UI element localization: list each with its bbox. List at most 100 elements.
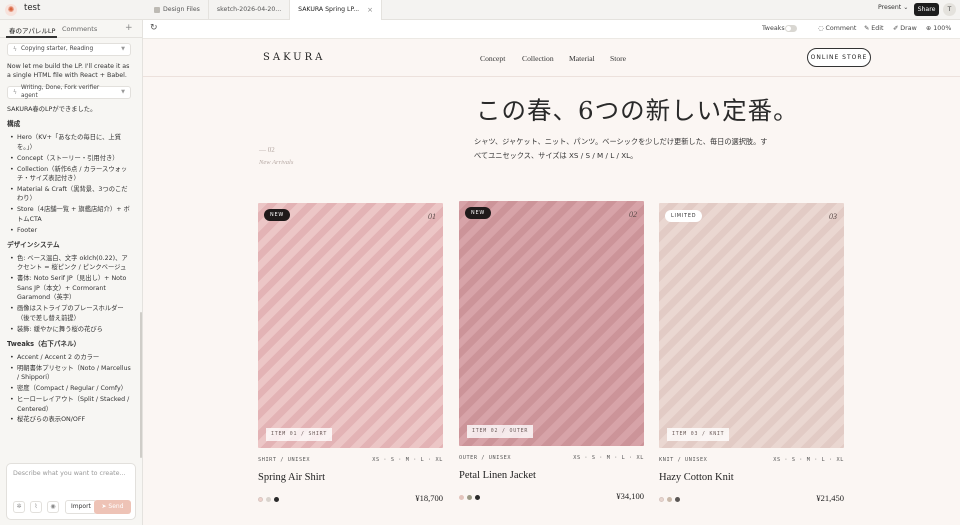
- product-card[interactable]: NEW 01 ITEM 01 / SHIRT SHIRT / UNISEX XS · S…: [258, 203, 443, 507]
- color-swatch[interactable]: [274, 497, 279, 502]
- tab-chat[interactable]: 春のアパレルLP: [9, 25, 55, 35]
- chevron-down-icon: ⌄: [903, 4, 909, 11]
- share-button[interactable]: Share: [914, 3, 939, 16]
- tab-sketch[interactable]: sketch-2026-04-20...: [209, 0, 291, 20]
- list-item: Footer: [7, 226, 133, 236]
- comment-button[interactable]: ◌ Comment: [818, 25, 856, 32]
- online-store-button[interactable]: ONLINE STORE: [807, 48, 871, 67]
- site-brand-logo[interactable]: SAKURA: [263, 52, 325, 63]
- list-item: ヒーローレイアウト（Split / Stacked / Centered）: [7, 395, 133, 414]
- present-button[interactable]: Present ⌄: [878, 4, 908, 11]
- chat-scrollbar[interactable]: [140, 312, 142, 458]
- tab-label: sketch-2026-04-20...: [216, 6, 282, 13]
- product-sizes: XS · S · M · L · XL: [573, 455, 644, 461]
- assistant-message: SAKURA春のLPができました。: [7, 105, 97, 113]
- color-swatch[interactable]: [475, 495, 480, 500]
- product-badge: LIMITED: [665, 210, 703, 222]
- send-button[interactable]: ➤ Send: [94, 500, 131, 514]
- tab-sakura-lp[interactable]: SAKURA Spring LP... ×: [290, 0, 383, 20]
- assistant-message: Now let me build the LP. I'll create it …: [7, 63, 130, 80]
- chevron-down-icon: ▼: [121, 45, 125, 52]
- summary-heading: 構成: [7, 120, 21, 129]
- color-swatch[interactable]: [266, 497, 271, 502]
- eye-icon[interactable]: ◉: [47, 501, 59, 513]
- chip-label: Copying starter, Reading: [20, 46, 94, 53]
- prompt-input[interactable]: Describe what you want to create...: [13, 470, 126, 477]
- edit-button[interactable]: ✎ Edit: [864, 25, 884, 32]
- list-item: Accent / Accent 2 のカラー: [7, 353, 133, 363]
- nav-store[interactable]: Store: [610, 54, 626, 63]
- product-badge: NEW: [465, 207, 491, 219]
- tab-label: SAKURA Spring LP...: [298, 6, 360, 13]
- add-chat-icon[interactable]: +: [125, 23, 133, 33]
- preview-canvas[interactable]: SAKURA Concept Collection Material Store…: [143, 39, 960, 525]
- color-swatch[interactable]: [467, 495, 472, 500]
- product-meta: SHIRT / UNISEX XS · S · M · L · XL: [258, 457, 443, 463]
- product-badge: NEW: [264, 209, 290, 221]
- chat-panel: 春のアパレルLP Comments + ϟ Copying starter, R…: [0, 20, 143, 525]
- product-category: SHIRT / UNISEX: [258, 457, 311, 463]
- summary-heading: デザインシステム: [7, 241, 60, 250]
- tool-status-chip[interactable]: ϟ Writing, Done, Fork verifier agent ▼: [7, 84, 131, 100]
- chevron-down-icon: ▼: [121, 88, 125, 95]
- tab-comments[interactable]: Comments: [62, 25, 97, 33]
- product-name[interactable]: Spring Air Shirt: [258, 472, 325, 483]
- chat-thread[interactable]: ϟ Copying starter, Reading ▼ Now let me …: [0, 38, 140, 468]
- comment-icon: ◌: [818, 25, 824, 32]
- tab-design-files[interactable]: Design Files: [146, 0, 209, 20]
- product-number: 01: [428, 212, 436, 221]
- product-number: 02: [629, 210, 637, 219]
- send-icon: ➤: [101, 503, 107, 510]
- product-name[interactable]: Hazy Cotton Knit: [659, 472, 734, 483]
- nav-collection[interactable]: Collection: [522, 54, 554, 63]
- color-swatch[interactable]: [659, 497, 664, 502]
- product-image-placeholder[interactable]: [459, 201, 644, 446]
- product-category: KNIT / UNISEX: [659, 457, 708, 463]
- summary-list: Hero（KV+「あなたの毎日に、上質を。」） Concept（ストーリー・引用付…: [7, 133, 133, 235]
- list-item: Hero（KV+「あなたの毎日に、上質を。」）: [7, 133, 133, 152]
- product-image-placeholder[interactable]: [659, 203, 844, 448]
- list-item: 画像はストライプのプレースホルダー（後で差し替え前提）: [7, 304, 133, 323]
- color-swatch[interactable]: [667, 497, 672, 502]
- chip-label: Writing, Done, Fork verifier agent: [20, 84, 100, 100]
- product-sizes: XS · S · M · L · XL: [773, 457, 844, 463]
- product-card[interactable]: NEW 02 ITEM 02 / OUTER OUTER / UNISEX XS · S…: [459, 201, 644, 505]
- nav-material[interactable]: Material: [569, 54, 595, 63]
- app-logo-icon[interactable]: ✺: [5, 4, 17, 16]
- item-label: ITEM 03 / KNIT: [667, 428, 730, 441]
- list-item: 色: ベース温白、文字 oklch(0.22)、アクセント = 桜ピンク / ピ…: [7, 254, 133, 273]
- list-item: Collection（新作6点 / カラースウォッチ・サイズ表記付き）: [7, 165, 133, 184]
- section-label: New Arrivals: [259, 159, 294, 166]
- reload-icon[interactable]: ↻: [150, 23, 158, 33]
- tweaks-toggle[interactable]: [785, 25, 797, 32]
- summary-list: 色: ベース温白、文字 oklch(0.22)、アクセント = 桜ピンク / ピ…: [7, 254, 133, 334]
- zoom-icon: ⊕: [926, 25, 932, 32]
- product-name[interactable]: Petal Linen Jacket: [459, 470, 536, 481]
- color-swatch[interactable]: [258, 497, 263, 502]
- close-tab-icon[interactable]: ×: [367, 0, 373, 20]
- zoom-control[interactable]: ⊕ 100%: [926, 25, 951, 32]
- folder-icon: [154, 7, 160, 13]
- attach-icon[interactable]: ⌇: [30, 501, 42, 513]
- site-header: SAKURA Concept Collection Material Store…: [143, 39, 960, 77]
- color-swatches: [659, 497, 680, 502]
- draw-icon: ✐: [893, 25, 899, 32]
- avatar[interactable]: T: [943, 3, 956, 16]
- chat-panel-tabs: 春のアパレルLP Comments +: [0, 20, 142, 38]
- tab-label: Design Files: [163, 6, 200, 13]
- list-item: 装飾: 緩やかに舞う桜の花びら: [7, 325, 133, 335]
- color-swatch[interactable]: [675, 497, 680, 502]
- draw-button[interactable]: ✐ Draw: [893, 25, 917, 32]
- product-price: ¥34,100: [616, 491, 644, 501]
- tweaks-label: Tweaks: [762, 25, 785, 32]
- tool-status-chip[interactable]: ϟ Copying starter, Reading ▼: [7, 43, 131, 56]
- nav-concept[interactable]: Concept: [480, 54, 505, 63]
- list-item: 書体: Noto Serif JP（見出し）+ Noto Sans JP（本文）…: [7, 274, 133, 302]
- import-button[interactable]: Import: [65, 500, 97, 514]
- project-title[interactable]: test: [24, 3, 40, 13]
- settings-icon[interactable]: ✲: [13, 501, 25, 513]
- product-image-placeholder[interactable]: [258, 203, 443, 448]
- color-swatch[interactable]: [459, 495, 464, 500]
- color-swatches: [459, 495, 480, 500]
- product-card[interactable]: LIMITED 03 ITEM 03 / KNIT KNIT / UNISEX XS ·…: [659, 203, 844, 507]
